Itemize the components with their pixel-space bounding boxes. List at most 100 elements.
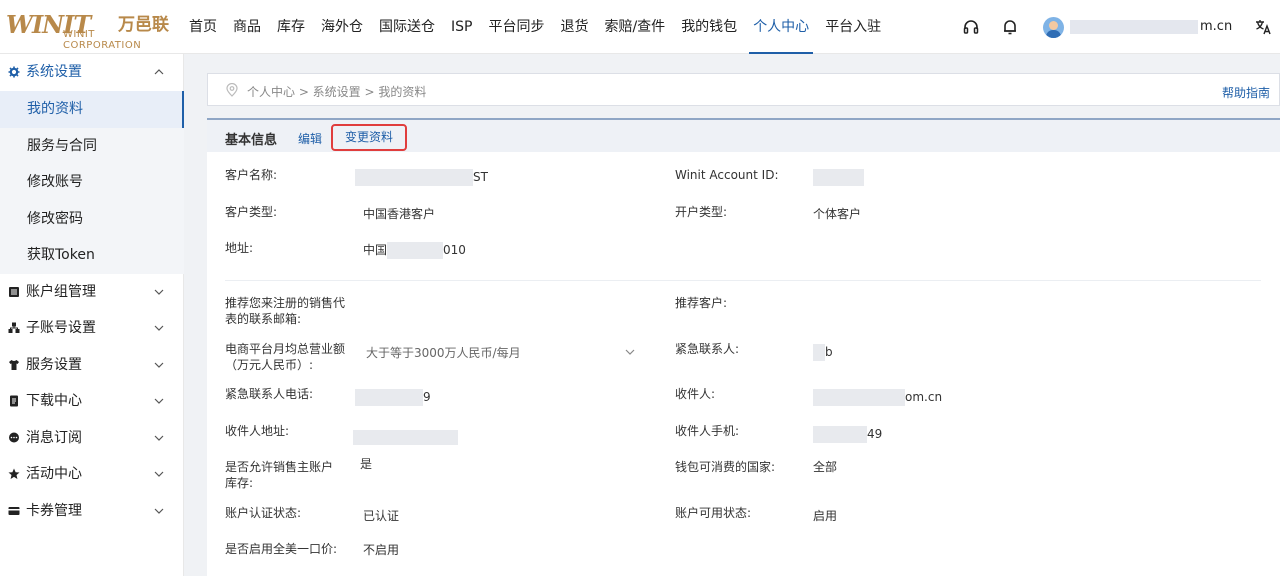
chevron-up-icon — [154, 69, 164, 75]
redacted-text — [813, 389, 905, 406]
sidebar-group-message-subscription[interactable]: 消息订阅 — [0, 420, 184, 456]
sidebar-group-label: 活动中心 — [26, 466, 82, 482]
one-price-value: 不启用 — [363, 543, 400, 557]
nav-overseas-warehouse[interactable]: 海外仓 — [313, 0, 371, 54]
sidebar-group-service-settings[interactable]: 服务设置 — [0, 347, 184, 383]
nav-returns[interactable]: 退货 — [552, 0, 596, 54]
customer-type-value: 中国香港客户 — [363, 207, 436, 221]
location-pin-icon — [226, 83, 238, 97]
sidebar-item-change-password[interactable]: 修改密码 — [0, 201, 184, 238]
logo-en: WINIT CORPORATION — [63, 29, 142, 51]
address-suffix: 010 — [443, 243, 466, 257]
file-icon — [10, 395, 18, 407]
receiver-address-label: 收件人地址: — [225, 424, 290, 438]
sidebar: 系统设置 我的资料 服务与合同 修改账号 修改密码 获取Token 账户组管理 … — [0, 54, 184, 576]
sidebar-group-activity-center[interactable]: 活动中心 — [0, 456, 184, 492]
redacted-text — [813, 344, 825, 361]
sidebar-item-services-contracts[interactable]: 服务与合同 — [0, 128, 184, 165]
nav-inventory[interactable]: 库存 — [269, 0, 313, 54]
winit-logo[interactable]: WINIT 万邑联 WINIT CORPORATION — [6, 8, 176, 51]
sidebar-sub-list: 我的资料 服务与合同 修改账号 修改密码 获取Token — [0, 91, 184, 274]
referrer-customer-label: 推荐客户: — [675, 296, 728, 310]
chevron-down-icon — [154, 362, 164, 368]
nav-international-delivery[interactable]: 国际送仓 — [371, 0, 443, 54]
sidebar-group-download-center[interactable]: 下载中心 — [0, 383, 184, 419]
receiver-suffix: om.cn — [905, 390, 943, 404]
headset-icon[interactable] — [962, 18, 980, 36]
card-header: 基本信息 编辑 变更资料 — [207, 118, 1280, 152]
sidebar-item-my-profile[interactable]: 我的资料 — [0, 91, 184, 128]
receiver-value: om.cn — [813, 389, 942, 406]
revenue-select[interactable]: 大于等于3000万人民币/每月 — [359, 340, 641, 364]
nav-platform-sync[interactable]: 平台同步 — [480, 0, 552, 54]
sidebar-item-change-account[interactable]: 修改账号 — [0, 164, 184, 201]
chevron-down-icon — [625, 349, 635, 355]
allow-sales-label: 是否允许销售主账户库存: — [225, 460, 334, 490]
nav-platform-join[interactable]: 平台入驻 — [817, 0, 889, 54]
main-nav: 首页 商品 库存 海外仓 国际送仓 ISP 平台同步 退货 索赔/查件 我的钱包… — [181, 0, 889, 54]
list-icon — [9, 287, 19, 297]
redacted-text — [355, 169, 473, 186]
sidebar-group-sub-accounts[interactable]: 子账号设置 — [0, 310, 184, 346]
chat-icon — [9, 432, 19, 443]
nav-isp[interactable]: ISP — [443, 0, 480, 54]
open-type-value: 个体客户 — [813, 207, 862, 221]
redacted-text — [353, 430, 458, 445]
sidebar-group-label: 服务设置 — [26, 357, 82, 373]
receiver-mobile-label: 收件人手机: — [675, 424, 740, 438]
chevron-down-icon — [154, 325, 164, 331]
auth-status-label: 账户认证状态: — [225, 506, 302, 520]
nav-wallet[interactable]: 我的钱包 — [673, 0, 745, 54]
chevron-down-icon — [154, 289, 164, 295]
redacted-text — [813, 426, 867, 443]
allow-sales-value: 是 — [360, 457, 373, 471]
sidebar-group-label: 消息订阅 — [26, 430, 82, 446]
sidebar-group-account-group[interactable]: 账户组管理 — [0, 274, 184, 310]
redacted-text — [355, 389, 423, 406]
chevron-down-icon — [154, 471, 164, 477]
customer-name-value: ST — [355, 169, 488, 186]
available-status-value: 启用 — [813, 509, 838, 523]
receiver-label: 收件人: — [675, 387, 716, 401]
nav-home[interactable]: 首页 — [181, 0, 225, 54]
help-guide-link[interactable]: 帮助指南 — [1222, 84, 1270, 101]
receiver-mobile-suffix: 49 — [867, 427, 883, 441]
breadcrumb: 个人中心 > 系统设置 > 我的资料 — [247, 85, 427, 99]
receiver-address-value — [353, 429, 458, 445]
user-account[interactable]: m.cn — [1070, 19, 1232, 34]
auth-status-value: 已认证 — [363, 509, 400, 523]
redacted-text — [387, 242, 444, 259]
customer-name-suffix: ST — [473, 170, 488, 184]
sidebar-group-label: 下载中心 — [26, 393, 82, 409]
avatar[interactable] — [1043, 17, 1064, 38]
wallet-country-label: 钱包可消费的国家: — [675, 460, 776, 474]
edit-link[interactable]: 编辑 — [298, 130, 322, 147]
one-price-label: 是否启用全美一口价: — [225, 542, 338, 556]
emergency-phone-value: 9 — [355, 389, 431, 406]
sidebar-group-coupon-management[interactable]: 卡券管理 — [0, 493, 184, 529]
bell-icon[interactable] — [1001, 18, 1019, 36]
revenue-select-value: 大于等于3000万人民币/每月 — [366, 346, 521, 360]
org-icon — [8, 322, 20, 333]
chevron-down-icon — [154, 398, 164, 404]
emergency-contact-value: b — [813, 344, 833, 361]
nav-personal-center[interactable]: 个人中心 — [745, 0, 817, 54]
translate-icon[interactable] — [1254, 18, 1272, 36]
nav-claims[interactable]: 索赔/查件 — [596, 0, 673, 54]
card-title: 基本信息 — [225, 133, 278, 148]
redacted-username — [1070, 19, 1198, 34]
address-value: 中国 010 — [363, 242, 466, 259]
sidebar-group-label: 卡券管理 — [26, 503, 82, 519]
nav-products[interactable]: 商品 — [225, 0, 269, 54]
wallet-country-value: 全部 — [813, 460, 838, 474]
account-id-label: Winit Account ID: — [675, 168, 779, 182]
referrer-email-label: 推荐您来注册的销售代表的联系邮箱: — [225, 296, 346, 326]
sidebar-group-label: 账户组管理 — [26, 284, 96, 300]
sidebar-group-label: 系统设置 — [26, 64, 82, 80]
change-profile-button[interactable]: 变更资料 — [331, 124, 407, 151]
sidebar-item-get-token[interactable]: 获取Token — [0, 237, 184, 274]
customer-type-label: 客户类型: — [225, 205, 278, 219]
breadcrumb-bar: 个人中心 > 系统设置 > 我的资料 帮助指南 — [207, 73, 1280, 106]
redacted-text — [813, 169, 864, 186]
sidebar-group-system-settings[interactable]: 系统设置 — [0, 54, 184, 90]
